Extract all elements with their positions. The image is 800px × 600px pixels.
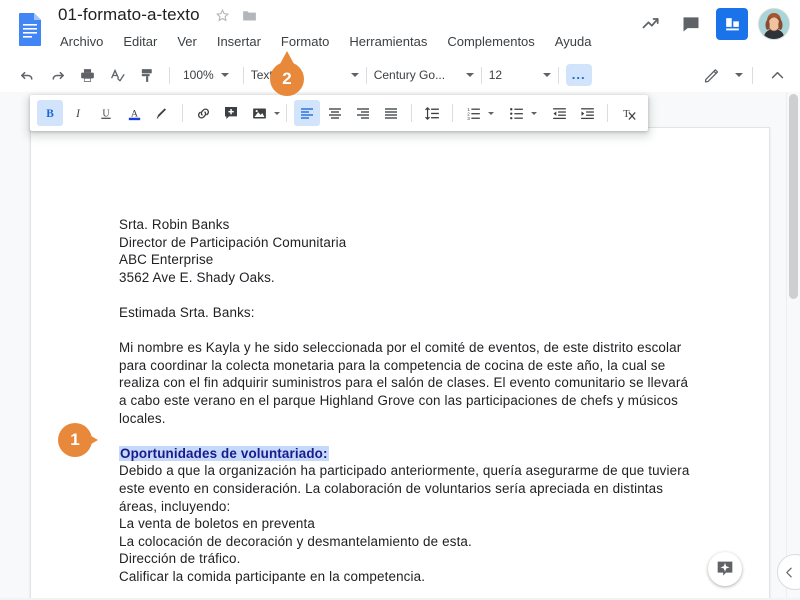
paragraph-style-dropdown[interactable]: Texto n: [251, 68, 359, 82]
highlight-color-icon[interactable]: [149, 100, 175, 126]
text-color-icon[interactable]: A: [121, 100, 147, 126]
insert-image-icon[interactable]: [246, 100, 272, 126]
app-header: 01-formato-a-texto Archivo Editar Ver In…: [0, 0, 800, 58]
clear-formatting-icon[interactable]: T: [615, 100, 641, 126]
link-icon[interactable]: [190, 100, 216, 126]
document-text-body[interactable]: Srta. Robin Banks Director de Participac…: [119, 216, 699, 585]
address-block: Srta. Robin Banks Director de Participac…: [119, 216, 699, 286]
header-actions: [636, 8, 790, 40]
paint-format-icon[interactable]: [134, 62, 160, 88]
document-page[interactable]: Srta. Robin Banks Director de Participac…: [30, 127, 770, 600]
print-icon[interactable]: [74, 62, 100, 88]
svg-text:A: A: [130, 108, 138, 119]
chevron-down-icon[interactable]: [488, 111, 494, 115]
align-justify-icon[interactable]: [378, 100, 404, 126]
callout-marker-1: 1: [58, 423, 98, 457]
scrollbar-thumb[interactable]: [789, 94, 798, 299]
italic-icon[interactable]: I: [65, 100, 91, 126]
more-options-button[interactable]: ...: [565, 64, 592, 86]
svg-text:I: I: [75, 108, 81, 120]
show-side-panel-button[interactable]: [777, 554, 800, 590]
activity-dashboard-icon[interactable]: [636, 9, 666, 39]
list-line: Dirección de tráfico.: [119, 551, 241, 567]
menu-herramientas[interactable]: Herramientas: [347, 32, 429, 51]
list-line: La venta de boletos en preventa: [119, 516, 315, 532]
selected-heading[interactable]: Oportunidades de voluntariado:: [119, 445, 329, 461]
body-paragraph-2: Debido a que la organización ha particip…: [119, 463, 690, 514]
vertical-scrollbar[interactable]: [786, 92, 800, 600]
add-comment-icon[interactable]: [218, 100, 244, 126]
format-overflow-toolbar: B I U A 1 2 3 T: [30, 95, 648, 131]
menu-ver[interactable]: Ver: [175, 32, 199, 51]
numbered-list-icon[interactable]: 1 2 3: [460, 100, 486, 126]
menu-archivo[interactable]: Archivo: [58, 32, 105, 51]
zoom-value: 100%: [183, 68, 214, 82]
menu-editar[interactable]: Editar: [121, 32, 159, 51]
star-outline-icon[interactable]: [214, 7, 231, 24]
underline-icon[interactable]: U: [93, 100, 119, 126]
redo-icon[interactable]: [44, 62, 70, 88]
menu-complementos[interactable]: Complementos: [445, 32, 536, 51]
move-to-folder-icon[interactable]: [241, 7, 258, 24]
callout-number: 2: [270, 62, 304, 96]
spelling-check-icon[interactable]: [104, 62, 130, 88]
zoom-control[interactable]: 100%: [183, 68, 229, 82]
address-line: Director de Participación Comunitaria: [119, 234, 347, 250]
google-docs-window: 01-formato-a-texto Archivo Editar Ver In…: [0, 0, 800, 600]
font-size-dropdown[interactable]: 12: [489, 68, 551, 82]
document-title[interactable]: 01-formato-a-texto: [58, 5, 200, 25]
decrease-indent-icon[interactable]: [546, 100, 572, 126]
explore-button[interactable]: [708, 552, 742, 586]
address-line: Srta. Robin Banks: [119, 217, 230, 232]
chevron-down-icon: [350, 73, 359, 77]
address-line: ABC Enterprise: [119, 252, 214, 268]
font-family-dropdown[interactable]: Century Go...: [374, 68, 474, 82]
increase-indent-icon[interactable]: [574, 100, 600, 126]
document-canvas[interactable]: Srta. Robin Banks Director de Participac…: [0, 92, 800, 600]
list-line: La colocación de decoración y desmantela…: [119, 533, 472, 549]
avatar[interactable]: [758, 8, 790, 40]
font-size-value: 12: [488, 68, 503, 82]
chevron-down-icon: [220, 73, 229, 77]
svg-text:3: 3: [467, 115, 470, 120]
present-icon[interactable]: [716, 8, 748, 40]
svg-text:T: T: [623, 109, 630, 120]
bold-icon[interactable]: B: [37, 100, 63, 126]
chevron-down-icon[interactable]: [531, 111, 537, 115]
edit-mode-control: [696, 62, 800, 88]
menu-ayuda[interactable]: Ayuda: [553, 32, 594, 51]
font-family-value: Century Go...: [373, 68, 446, 82]
align-left-icon[interactable]: [294, 100, 320, 126]
title-row: 01-formato-a-texto: [58, 5, 258, 25]
line-spacing-icon[interactable]: [419, 100, 445, 126]
callout-marker-2: 2: [270, 51, 304, 96]
menu-insertar[interactable]: Insertar: [215, 32, 263, 51]
main-toolbar: 100% Texto n Century Go... 12 ...: [0, 58, 800, 93]
align-right-icon[interactable]: [350, 100, 376, 126]
bulleted-list-icon[interactable]: [503, 100, 529, 126]
google-docs-icon[interactable]: [14, 12, 46, 46]
collapse-toolbar-icon[interactable]: [764, 62, 790, 88]
chevron-down-icon: [465, 73, 474, 77]
menu-formato[interactable]: Formato: [279, 32, 331, 51]
comment-icon[interactable]: [676, 9, 706, 39]
svg-text:B: B: [46, 108, 54, 120]
salutation: Estimada Srta. Banks:: [119, 304, 255, 320]
callout-number: 1: [58, 423, 92, 457]
chevron-down-icon: [542, 73, 551, 77]
address-line: 3562 Ave E. Shady Oaks.: [119, 269, 275, 285]
edit-pencil-icon[interactable]: [698, 62, 724, 88]
selected-heading-line: Oportunidades de voluntariado:: [119, 445, 699, 463]
chevron-down-icon[interactable]: [735, 73, 743, 77]
body-paragraph-1: Mi nombre es Kayla y he sido seleccionad…: [119, 340, 689, 426]
menu-bar: Archivo Editar Ver Insertar Formato Herr…: [58, 32, 593, 51]
chevron-down-icon[interactable]: [274, 111, 280, 115]
undo-icon[interactable]: [14, 62, 40, 88]
align-center-icon[interactable]: [322, 100, 348, 126]
list-line: Calificar la comida participante en la c…: [119, 568, 426, 584]
